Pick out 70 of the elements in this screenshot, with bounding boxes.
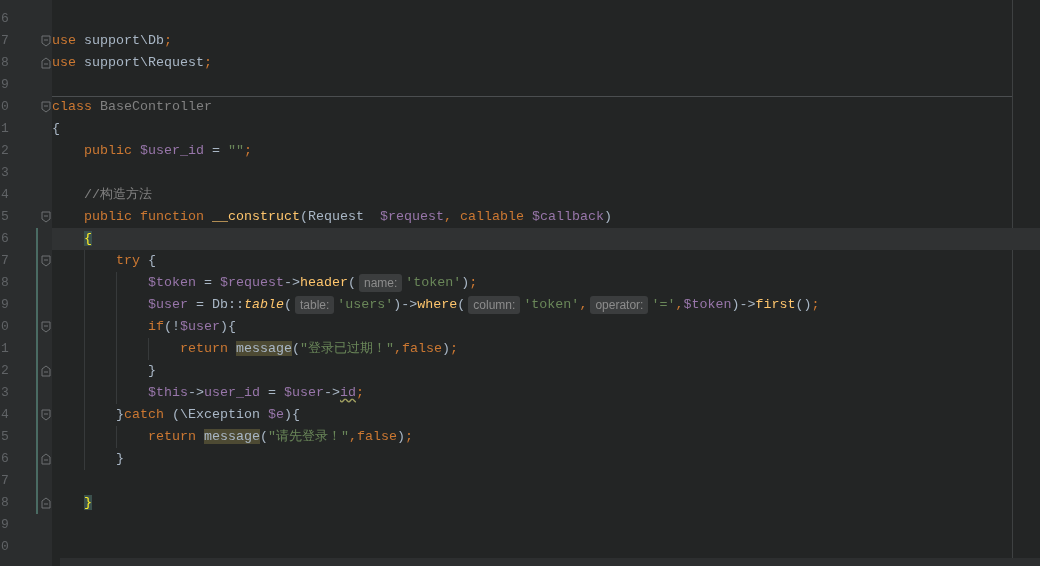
line-number: 0 [1,99,9,115]
code-line: if(!$user){ [147,318,236,336]
fold-icon[interactable] [41,409,51,421]
line-number: 3 [1,385,9,401]
change-marker[interactable] [36,470,38,492]
change-marker[interactable] [36,272,38,294]
code-text: 'token', [523,296,588,314]
code-line: return message("请先登录！",false); [147,428,413,446]
change-marker[interactable] [36,382,38,404]
code-line: use support\Db; [52,32,172,50]
line-number: 2 [1,143,9,159]
change-marker[interactable] [36,426,38,448]
code-line: $this->user_id = $user->id; [147,384,364,402]
line-number: 4 [1,407,9,423]
line-number: 1 [1,121,9,137]
fold-icon[interactable] [41,211,51,223]
change-marker[interactable] [36,316,38,338]
code-line: try { [115,252,156,270]
code-line: return message("登录已过期！",false); [179,340,458,358]
code-line: use support\Request; [52,54,212,72]
code-line: } [147,362,156,380]
fold-icon[interactable] [41,497,51,509]
line-number: 3 [1,165,9,181]
code-line: public $user_id = ""; [83,142,252,160]
line-number: 8 [1,275,9,291]
parameter-hint: column: [468,296,521,314]
change-marker[interactable] [36,492,38,514]
code-text: '=',$token)->first(); [651,296,820,314]
change-marker[interactable] [36,294,38,316]
line-number: 7 [1,253,9,269]
code-line: //构造方法 [83,186,152,204]
line-number: 9 [1,297,9,313]
line-number: 9 [1,517,9,533]
line-number: 4 [1,187,9,203]
code-text: $token = $request->header( [147,274,356,292]
change-marker[interactable] [36,338,38,360]
fold-icon[interactable] [41,35,51,47]
line-number: 8 [1,495,9,511]
line-number: 1 [1,341,9,357]
fold-icon[interactable] [41,321,51,333]
fold-icon[interactable] [41,255,51,267]
code-text: 'users')->where( [337,296,466,314]
change-marker[interactable] [36,404,38,426]
code-line: { [52,120,60,138]
line-number: 5 [1,209,9,225]
line-number: 7 [1,33,9,49]
line-number: 2 [1,363,9,379]
fold-icon[interactable] [41,101,51,113]
line-number: 7 [1,473,9,489]
change-marker[interactable] [36,250,38,272]
parameter-hint: table: [295,296,335,314]
line-number: 0 [1,539,9,555]
parameter-hint: operator: [590,296,649,314]
line-number: 5 [1,429,9,445]
change-marker[interactable] [36,448,38,470]
code-line: class BaseController [52,98,212,116]
code-text: 'token'); [405,274,478,292]
change-marker[interactable] [36,228,38,250]
line-number: 8 [1,55,9,71]
line-number: 0 [1,319,9,335]
fold-icon[interactable] [41,57,51,69]
fold-icon[interactable] [41,365,51,377]
code-line: }catch (\Exception $e){ [115,406,300,424]
code-text: $user = Db::table( [147,296,292,314]
code-line: } [115,450,124,468]
fold-icon[interactable] [41,453,51,465]
parameter-hint: name: [359,274,403,292]
change-marker[interactable] [36,360,38,382]
line-number: 9 [1,77,9,93]
code-line: public function __construct(Request $request, callable $callback) [83,208,612,226]
